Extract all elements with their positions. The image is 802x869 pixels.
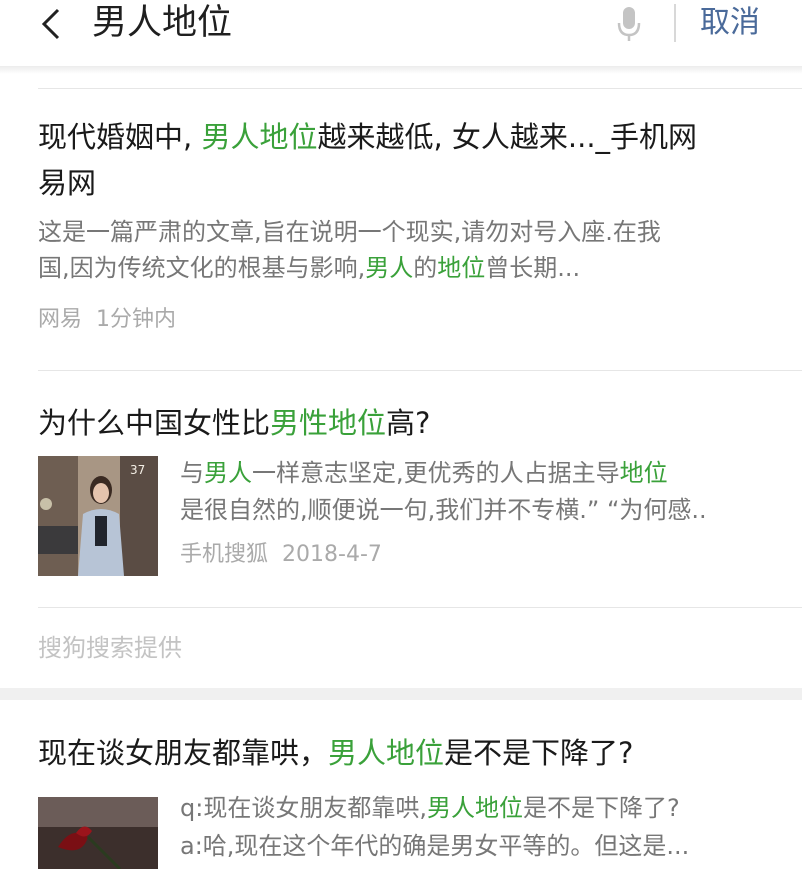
topbar-shadow [0,66,802,74]
result-title[interactable]: 为什么中国女性比男性地位高? [38,400,430,446]
result-source: 网易 [38,307,83,332]
result-title-highlight: 男人地位 [328,736,445,770]
result-title-text: 现在谈女朋友都靠哄， [38,736,329,770]
thumbnail-badge: 37 [130,463,145,477]
section-separator [0,688,802,700]
result-title-text: 高? [386,406,431,440]
result-snippet: 是很自然的,顺便说一句,我们并不专横.” “为何感.. [180,496,707,524]
result-title[interactable]: 现代婚姻中, 男人地位越来越低, 女人越来..._手机网 [38,114,697,160]
divider [38,88,802,89]
snippet-highlight: 地位 [437,254,486,282]
result-date: 2018-4-7 [282,542,382,567]
snippet-highlight: 男人 [365,254,414,282]
result-source: 手机搜狐 [180,542,269,567]
snippet-text: 是不是下降了? [522,794,680,822]
result-time: 1分钟内 [96,307,177,332]
result-thumbnail[interactable] [38,797,158,869]
back-arrow-icon[interactable] [36,4,66,44]
result-title-highlight: 男性地位 [270,406,387,440]
result-title-highlight: 男人地位 [201,120,318,154]
search-bar: 男人地位 取消 [0,0,802,66]
result-title-text: 越来越低, 女人越来..._手机网 [317,120,698,154]
divider [38,607,802,608]
result-title-text: 为什么中国女性比 [38,406,271,440]
provider-label: 搜狗搜索提供 [38,634,182,662]
result-title-text: 现代婚姻中, [38,120,202,154]
result-title[interactable]: 现在谈女朋友都靠哄，男人地位是不是下降了? [38,730,633,776]
result-snippet: 国,因为传统文化的根基与影响,男人的地位曾长期... [38,250,580,286]
snippet-text: q:现在谈女朋友都靠哄, [180,794,427,822]
snippet-text: 的 [413,254,438,282]
result-title-line2[interactable]: 易网 [38,160,96,206]
microphone-icon[interactable] [616,5,642,43]
snippet-text: 一样意志坚定,更优秀的人占据主导 [252,459,620,487]
search-query-input[interactable]: 男人地位 [92,0,232,46]
result-title-text: 是不是下降了? [444,736,634,770]
result-snippet: 这是一篇严肃的文章,旨在说明一个现实,请勿对号入座.在我 [38,218,661,246]
snippet-text: 国,因为传统文化的根基与影响, [38,254,366,282]
snippet-text: 曾长期... [485,254,581,282]
result-meta: 手机搜狐 2018-4-7 [180,540,382,570]
snippet-highlight: 地位 [619,459,668,487]
snippet-highlight: 男人 [204,459,252,487]
snippet-text: 与 [180,459,204,487]
result-meta: 网易 1分钟内 [38,305,176,335]
divider [674,4,676,42]
result-thumbnail[interactable]: 37 [38,456,158,576]
divider [38,370,802,371]
cancel-button[interactable]: 取消 [700,0,760,46]
result-snippet: 与男人一样意志坚定,更优秀的人占据主导地位 [180,455,668,491]
snippet-highlight: 男人地位 [426,794,523,822]
result-snippet: a:哈,现在这个年代的确是男女平等的。但这是... [180,832,690,860]
result-snippet: q:现在谈女朋友都靠哄,男人地位是不是下降了? [180,790,680,826]
